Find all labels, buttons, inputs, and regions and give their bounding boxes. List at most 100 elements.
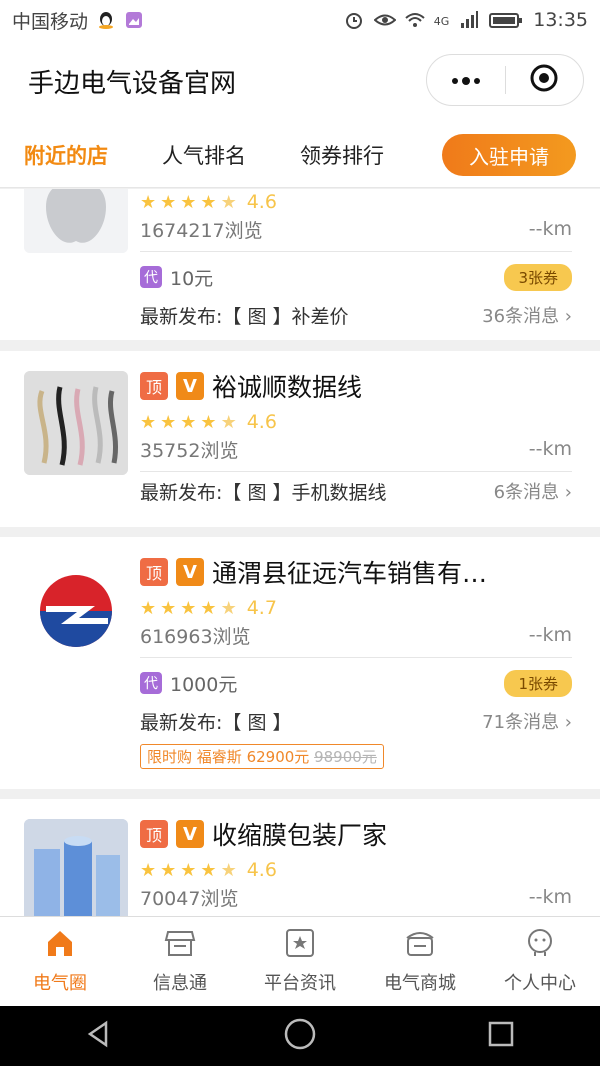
battery-icon xyxy=(489,10,523,30)
eye-icon xyxy=(373,10,397,30)
shop-list[interactable]: ★ ★ ★ ★ ★ 4.6 1674217浏览 --km 代 10元 3张券 最… xyxy=(0,189,600,916)
tab-nearby-shops[interactable]: 附近的店 xyxy=(24,140,108,170)
user-icon xyxy=(524,928,556,963)
apple-logo-icon xyxy=(24,189,128,253)
star-icon: ★ xyxy=(160,597,177,619)
penguin-icon xyxy=(96,10,116,30)
tab-bar: 附近的店 人气排名 领券排行 入驻申请 xyxy=(0,122,600,188)
coupon-amount: 1000元 xyxy=(170,673,238,696)
shop-name[interactable]: 裕诚顺数据线 xyxy=(212,368,362,404)
message-count[interactable]: 71条消息 › xyxy=(482,708,572,734)
coupon-row[interactable]: 代 10元 3张券 xyxy=(140,258,572,296)
tab-popularity-ranking[interactable]: 人气排名 xyxy=(162,140,246,170)
target-circle-icon xyxy=(529,63,559,97)
voucher-icon: 代 xyxy=(140,672,162,694)
usb-cables-image xyxy=(24,371,128,475)
flash-sale-price: 62900元 xyxy=(246,748,310,766)
star-box-icon xyxy=(284,928,316,963)
rating-row: ★ ★ ★ ★ ★ 4.6 xyxy=(140,409,572,435)
gallery-icon xyxy=(124,10,144,30)
nav-label: 电气商城 xyxy=(384,973,456,994)
nav-item-platform-news[interactable]: 平台资讯 xyxy=(240,917,360,1006)
divider xyxy=(140,657,572,658)
flash-sale-tag[interactable]: 限时购 福睿斯 62900元 98900元 xyxy=(140,744,384,769)
half-star-icon: ★ xyxy=(220,411,237,433)
star-icon: ★ xyxy=(140,411,157,433)
rating-row: ★ ★ ★ ★ ★ 4.7 xyxy=(140,595,572,621)
verified-badge: V xyxy=(176,558,204,586)
back-icon[interactable] xyxy=(84,1019,114,1053)
more-menu-button[interactable] xyxy=(427,55,505,105)
wifi-icon xyxy=(404,10,425,30)
shop-name-row: 顶 V 收缩膜包装厂家 xyxy=(140,817,572,851)
half-star-icon: ★ xyxy=(220,597,237,619)
top-badge: 顶 xyxy=(140,558,168,586)
star-icon: ★ xyxy=(200,597,217,619)
signal-icon xyxy=(459,10,479,30)
view-count: 616963浏览 xyxy=(140,625,251,648)
star-icon: ★ xyxy=(140,597,157,619)
shop-name-row: 顶 V 裕诚顺数据线 xyxy=(140,369,572,403)
home-circle-icon[interactable] xyxy=(283,1017,317,1055)
verified-badge: V xyxy=(176,372,204,400)
nav-label: 个人中心 xyxy=(504,973,576,994)
message-count[interactable]: 6条消息 › xyxy=(494,478,572,504)
app-header: 手边电气设备官网 xyxy=(0,40,600,122)
nav-item-electric-circle[interactable]: 电气圈 xyxy=(0,917,120,1006)
latest-news: 最新发布:【 图 】补差价 xyxy=(140,305,349,328)
tab-coupon-ranking[interactable]: 领券排行 xyxy=(300,140,384,170)
top-badge: 顶 xyxy=(140,372,168,400)
alarm-icon xyxy=(344,10,364,30)
coupon-amount: 10元 xyxy=(170,267,214,290)
star-icon: ★ xyxy=(140,191,157,213)
nav-item-info[interactable]: 信息通 xyxy=(120,917,240,1006)
star-icon: ★ xyxy=(160,411,177,433)
join-apply-button[interactable]: 入驻申请 xyxy=(442,134,576,176)
distance: --km xyxy=(528,624,572,646)
shop-thumbnail xyxy=(24,819,128,916)
distance: --km xyxy=(528,886,572,908)
shop-card[interactable]: 顶 V 通渭县征远汽车销售有… ★ ★ ★ ★ ★ 4.7 616963浏览 -… xyxy=(0,537,600,789)
shop-card[interactable]: 顶 V 收缩膜包装厂家 ★ ★ ★ ★ ★ 4.6 70047浏览 --km xyxy=(0,799,600,916)
latest-news: 最新发布:【 图 】 xyxy=(140,711,292,734)
latest-news-row[interactable]: 最新发布:【 图 】补差价 36条消息 › xyxy=(140,296,572,334)
nav-label: 平台资讯 xyxy=(264,973,336,994)
nav-label: 电气圈 xyxy=(33,973,87,994)
star-icon: ★ xyxy=(180,411,197,433)
shop-card[interactable]: 顶 V 裕诚顺数据线 ★ ★ ★ ★ ★ 4.6 35752浏览 --km 最新… xyxy=(0,351,600,527)
clock: 13:35 xyxy=(533,9,588,31)
shop-thumbnail xyxy=(24,189,128,253)
nav-item-electric-mall[interactable]: 电气商城 xyxy=(360,917,480,1006)
star-icon: ★ xyxy=(180,597,197,619)
shop-name[interactable]: 通渭县征远汽车销售有… xyxy=(212,554,487,590)
rating-row: ★ ★ ★ ★ ★ 4.6 xyxy=(140,857,572,883)
half-star-icon: ★ xyxy=(220,859,237,881)
star-icon: ★ xyxy=(180,191,197,213)
coupon-count-badge[interactable]: 3张券 xyxy=(504,263,572,291)
close-program-button[interactable] xyxy=(506,55,584,105)
star-icon: ★ xyxy=(160,191,177,213)
message-count[interactable]: 36条消息 › xyxy=(482,302,572,328)
shop-thumbnail xyxy=(24,559,128,663)
coupon-row[interactable]: 代 1000元 1张券 xyxy=(140,664,572,702)
coupon-count-badge[interactable]: 1张券 xyxy=(504,669,572,697)
shop-card[interactable]: ★ ★ ★ ★ ★ 4.6 1674217浏览 --km 代 10元 3张券 最… xyxy=(0,189,600,340)
carrier-label: 中国移动 xyxy=(12,10,89,33)
view-count: 70047浏览 xyxy=(140,887,239,910)
star-icon: ★ xyxy=(180,859,197,881)
distance: --km xyxy=(528,438,572,460)
car-brand-logo-icon xyxy=(40,575,112,647)
distance: --km xyxy=(528,218,572,240)
page-title: 手边电气设备官网 xyxy=(28,68,237,99)
shop-icon xyxy=(404,928,436,963)
latest-news-row[interactable]: 最新发布:【 图 】手机数据线 6条消息 › xyxy=(140,472,572,510)
recents-icon[interactable] xyxy=(486,1019,516,1053)
shop-thumbnail xyxy=(24,371,128,475)
latest-news-row[interactable]: 最新发布:【 图 】 71条消息 › xyxy=(140,702,572,740)
status-bar: 中国移动 4G 13:35 xyxy=(0,0,600,40)
flash-sale-brand: 福睿斯 xyxy=(196,748,242,766)
nav-item-profile[interactable]: 个人中心 xyxy=(480,917,600,1006)
film-rolls-image xyxy=(24,819,128,916)
shop-name[interactable]: 收缩膜包装厂家 xyxy=(212,816,387,852)
star-icon: ★ xyxy=(200,859,217,881)
